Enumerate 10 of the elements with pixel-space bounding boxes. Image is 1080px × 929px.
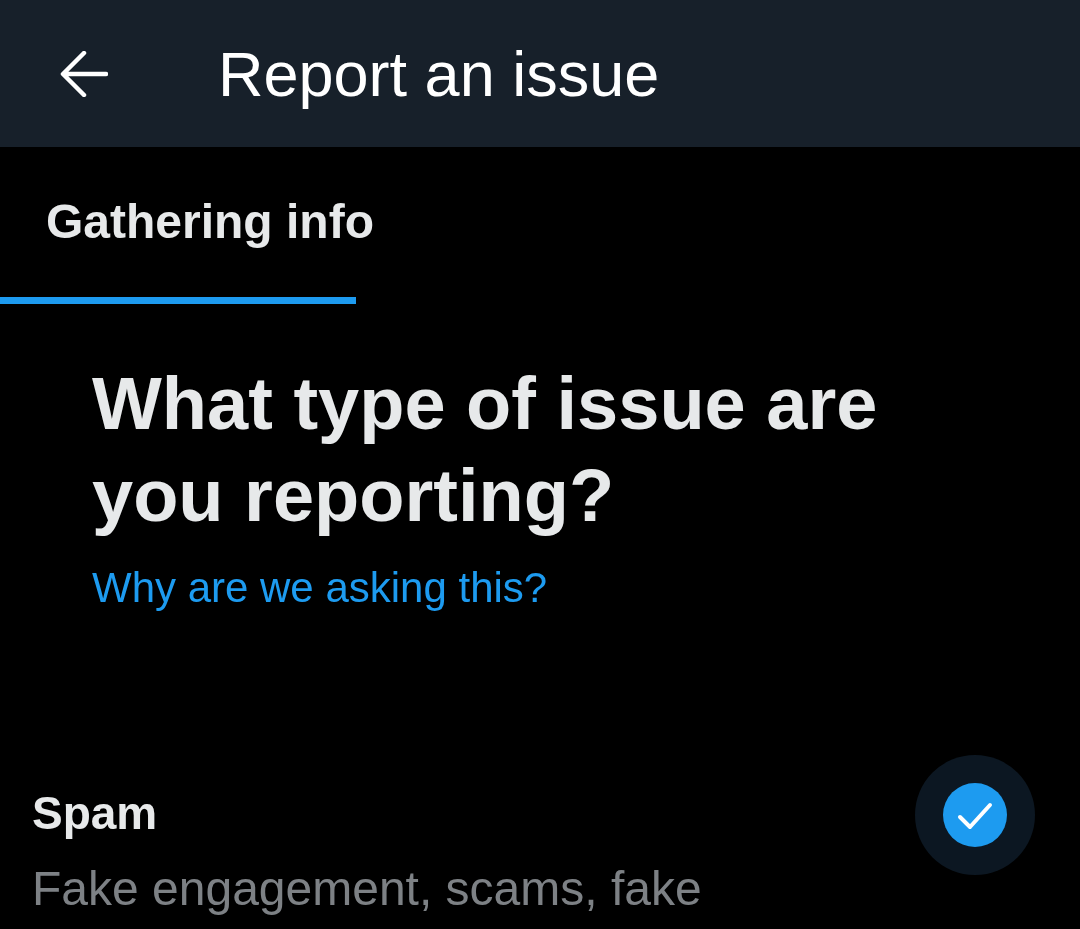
question-heading: What type of issue are you reporting? (92, 361, 879, 539)
option-description: Fake engagement, scams, fake (32, 861, 702, 917)
step-label: Gathering info (46, 195, 374, 248)
checked-checkbox-icon[interactable] (915, 755, 1035, 875)
screen-title: Report an issue (218, 37, 660, 110)
back-button[interactable] (58, 48, 110, 99)
option-label: Spam (32, 786, 158, 840)
back-arrow-icon (60, 50, 108, 97)
help-link[interactable]: Why are we asking this? (92, 563, 548, 613)
option-row[interactable]: Spam Fake engagement, scams, fake (0, 755, 1080, 917)
